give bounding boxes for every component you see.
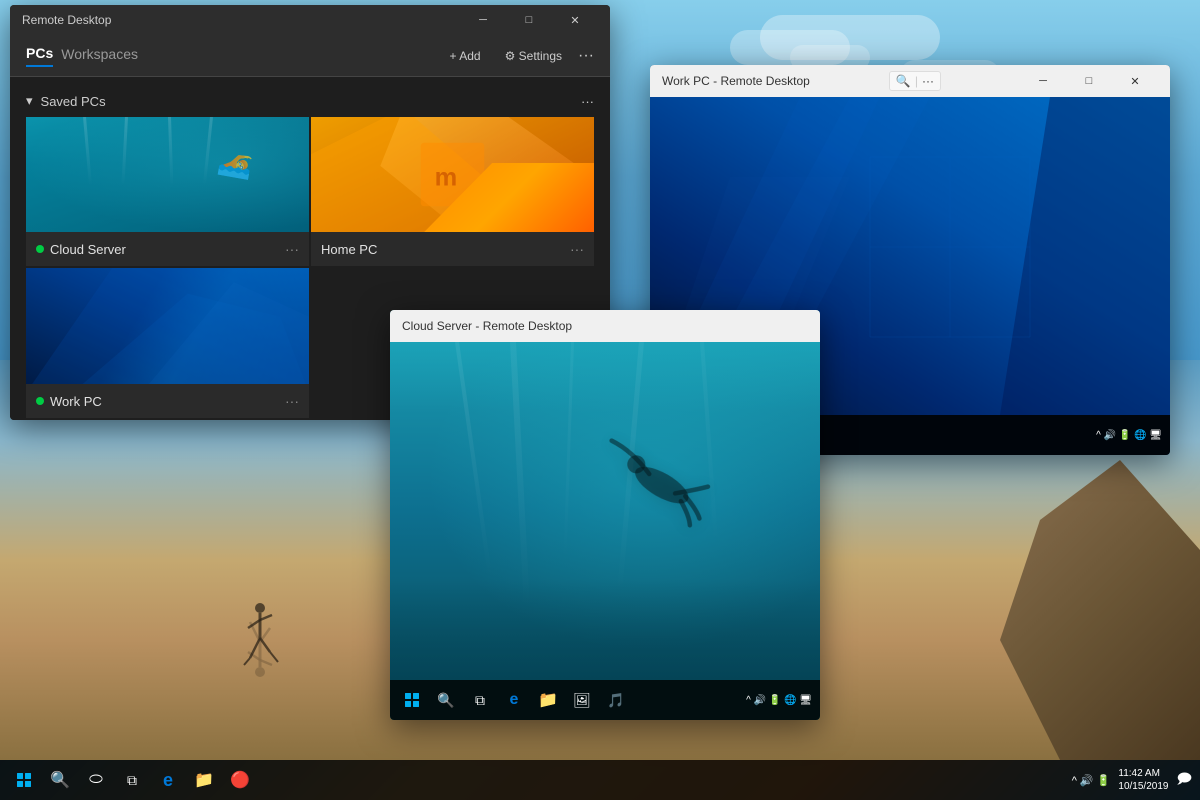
taskbar-windows-button[interactable] — [8, 764, 40, 796]
cloud-server-window-title: Cloud Server - Remote Desktop — [402, 319, 572, 333]
work-pc-label: Work PC ··· — [26, 384, 309, 418]
work-pc-close-button[interactable]: ✕ — [1112, 65, 1158, 97]
cloud-server-thumbnail: 🏊 — [26, 117, 309, 232]
zoom-icon[interactable]: 🔍 — [896, 74, 911, 88]
rdm-titlebar[interactable]: Remote Desktop ─ □ ✕ — [10, 5, 610, 35]
home-thumb-svg: m — [311, 117, 594, 232]
cloud-taskbar-right: ^ 🔊 🔋 🌐 🖥 — [746, 695, 812, 706]
rdm-window-controls: ─ □ ✕ — [460, 5, 598, 36]
cloud-folder-icon[interactable]: 📁 — [534, 686, 562, 714]
home-pc-name: Home PC — [321, 242, 377, 257]
work-pc-options-button[interactable]: ··· — [285, 393, 299, 409]
home-thumb-bg: m — [311, 117, 594, 232]
rdm-minimize-button[interactable]: ─ — [460, 5, 506, 36]
taskbar-edge-icon[interactable]: e — [152, 764, 184, 796]
cloud-media-icon[interactable]: 🖼 — [568, 686, 596, 714]
notification-icon[interactable]: 🗩 — [1176, 768, 1192, 792]
rdm-maximize-button[interactable]: □ — [506, 5, 552, 36]
swimmer-icon: 🏊 — [215, 143, 255, 182]
add-button[interactable]: + Add — [442, 45, 489, 67]
cloud-server-options-button[interactable]: ··· — [285, 241, 299, 257]
rdm-window-title: Remote Desktop — [22, 13, 111, 27]
saved-pcs-section: ▾ Saved PCs ··· — [26, 85, 594, 117]
work-thumb-bg — [26, 268, 309, 384]
saved-pcs-more-button[interactable]: ··· — [581, 94, 594, 109]
cloud-server-window: Cloud Server - Remote Desktop — [390, 310, 820, 720]
thumbnail-gradient — [26, 117, 309, 232]
taskbar-folder-icon[interactable]: 📁 — [188, 764, 220, 796]
work-pc-name: Work PC — [50, 394, 102, 409]
taskbar-search-button[interactable]: 🔍 — [44, 764, 76, 796]
cloud-server-name: Cloud Server — [50, 242, 126, 257]
pc-tile-home-pc[interactable]: m Home PC ··· — [311, 117, 594, 266]
work-pc-window-controls: ─ □ ✕ — [1020, 65, 1158, 97]
taskbar-snap-icon[interactable]: 🔴 — [224, 764, 256, 796]
tab-pcs[interactable]: PCs — [26, 45, 53, 67]
home-pc-thumbnail: m — [311, 117, 594, 232]
underwater-top-gradient — [390, 342, 820, 410]
settings-button[interactable]: ⚙ Settings — [497, 45, 570, 67]
taskbar-system-tray: ^ 🔊 🔋 11:42 AM10/15/2019 🗩 — [1072, 767, 1192, 793]
cloud-server-label: Cloud Server ··· — [26, 232, 309, 266]
pc-tile-work-pc[interactable]: Work PC ··· — [26, 268, 309, 418]
taskbar-tray-icons: ^ 🔊 🔋 — [1072, 774, 1111, 787]
work-pc-status-dot — [36, 397, 44, 405]
win-lines-overlay — [26, 268, 309, 384]
mini-system-tray: ^ 🔊 🔋 🌐 🖥 — [1096, 430, 1162, 441]
cloud-taskview-icon[interactable]: ⧉ — [466, 686, 494, 714]
work-pc-maximize-button[interactable]: □ — [1066, 65, 1112, 97]
saved-pcs-label: Saved PCs — [41, 94, 106, 109]
svg-text:m: m — [435, 163, 458, 191]
cloud-server-titlebar[interactable]: Cloud Server - Remote Desktop — [390, 310, 820, 342]
cloud-server-taskbar: 🔍 ⧉ e 📁 🖼 🎵 ^ 🔊 🔋 🌐 🖥 — [390, 680, 820, 720]
work-pc-thumbnail — [26, 268, 309, 384]
pc-tile-cloud-server[interactable]: 🏊 Cloud Server ··· — [26, 117, 309, 266]
rdm-close-button[interactable]: ✕ — [552, 5, 598, 36]
taskbar-taskview-button[interactable]: ⧉ — [116, 764, 148, 796]
desktop-taskbar: 🔍 ⬭ ⧉ e 📁 🔴 ^ 🔊 🔋 11:42 AM10/15/2019 🗩 — [0, 760, 1200, 800]
home-pc-options-button[interactable]: ··· — [570, 241, 584, 257]
cloud-windows-logo-icon — [405, 693, 419, 707]
cloud-edge-icon[interactable]: e — [500, 686, 528, 714]
taskbar-windows-logo — [17, 773, 31, 787]
more-options-button[interactable]: ··· — [578, 47, 594, 65]
work-pc-floating-toolbar: 🔍 | ··· — [889, 71, 941, 91]
cloud-search-icon[interactable]: 🔍 — [432, 686, 460, 714]
tab-workspaces[interactable]: Workspaces — [61, 46, 138, 66]
rdm-toolbar: PCs Workspaces + Add ⚙ Settings ··· — [10, 35, 610, 77]
cloud-server-status-dot — [36, 245, 44, 253]
work-pc-toolbar-more[interactable]: ··· — [922, 74, 934, 88]
cloud-extra-icon[interactable]: 🎵 — [602, 686, 630, 714]
work-pc-title-group: Work PC - Remote Desktop — [662, 74, 810, 88]
cloud-server-content — [390, 342, 820, 680]
home-pc-label: Home PC ··· — [311, 232, 594, 266]
taskbar-clock: 11:42 AM10/15/2019 — [1118, 767, 1168, 793]
underwater-bottom-gradient — [390, 579, 820, 680]
cloud-thumb-bg: 🏊 — [26, 117, 309, 232]
runner-silhouette — [240, 600, 280, 680]
taskbar-cortana-button[interactable]: ⬭ — [80, 764, 112, 796]
cloud-windows-icon[interactable] — [398, 686, 426, 714]
work-pc-titlebar[interactable]: Work PC - Remote Desktop 🔍 | ··· ─ □ ✕ — [650, 65, 1170, 97]
chevron-down-icon: ▾ — [26, 93, 33, 109]
cloud-system-tray: ^ 🔊 🔋 🌐 🖥 — [746, 695, 812, 706]
work-pc-minimize-button[interactable]: ─ — [1020, 65, 1066, 97]
work-thumb-svg — [26, 268, 309, 384]
mini-taskbar-right: ^ 🔊 🔋 🌐 🖥 — [1096, 430, 1162, 441]
work-pc-window-title: Work PC - Remote Desktop — [662, 74, 810, 88]
